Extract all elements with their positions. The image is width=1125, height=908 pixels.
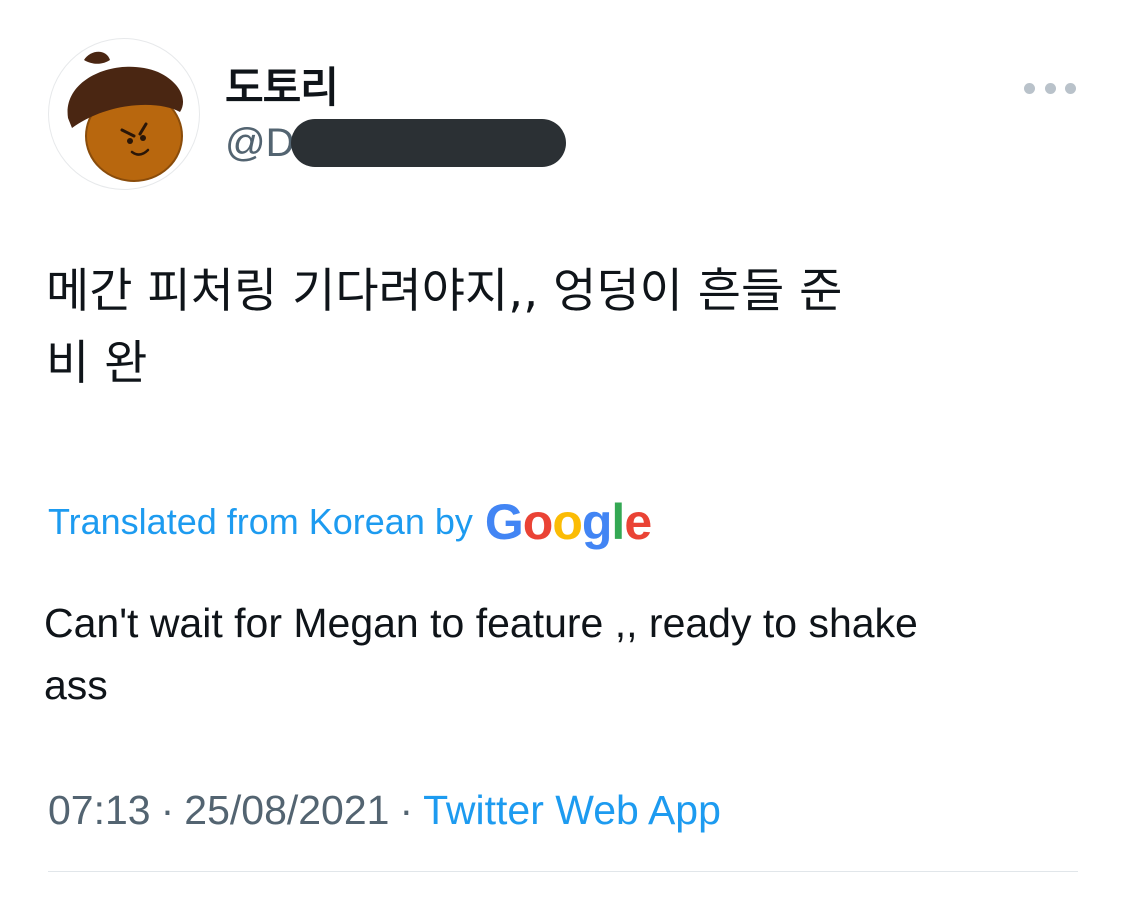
google-logo-letter: e — [624, 494, 652, 550]
translated-text: Can't wait for Megan to feature ,, ready… — [44, 592, 1064, 716]
google-logo-letter: l — [611, 494, 625, 550]
more-horizontal-icon — [1065, 82, 1076, 94]
meta-separator: · — [160, 786, 175, 833]
handle[interactable]: @D — [225, 118, 295, 168]
more-horizontal-icon — [1044, 82, 1056, 94]
tweet-text-line: 비 완 — [46, 336, 148, 391]
more-options-button[interactable] — [1024, 70, 1076, 106]
source-app-link[interactable]: Twitter Web App — [423, 787, 721, 834]
acorn-avatar-icon — [67, 51, 184, 182]
google-logo-letter: g — [581, 494, 613, 550]
tweet-time[interactable]: 07:13 — [48, 787, 151, 834]
google-logo-letter: o — [522, 494, 554, 550]
more-horizontal-icon — [1024, 82, 1035, 94]
avatar[interactable] — [48, 38, 200, 190]
redaction-bar — [290, 119, 566, 167]
google-logo-letter: o — [552, 494, 583, 550]
handle-row: @D — [225, 118, 566, 168]
divider — [48, 871, 1078, 872]
translated-from-link[interactable]: Translated from Korean by — [48, 501, 473, 543]
translated-text-line: Can't wait for Megan to feature ,, ready… — [44, 600, 918, 646]
google-logo-letter: G — [484, 494, 524, 550]
translation-attribution: Translated from Korean by Google — [48, 492, 652, 552]
tweet-date[interactable]: 25/08/2021 — [184, 787, 389, 834]
google-logo: Google — [484, 494, 652, 550]
display-name[interactable]: 도토리 — [225, 62, 339, 114]
tweet-text: 메간 피처링 기다려야지,, 엉덩이 흔들 준 비 완 — [46, 256, 1086, 400]
tweet-meta: 07:13 · 25/08/2021 · Twitter Web App — [48, 782, 721, 838]
translated-text-line: ass — [44, 662, 108, 708]
meta-separator: · — [399, 786, 414, 833]
tweet-text-line: 메간 피처링 기다려야지,, 엉덩이 흔들 준 — [46, 264, 843, 319]
